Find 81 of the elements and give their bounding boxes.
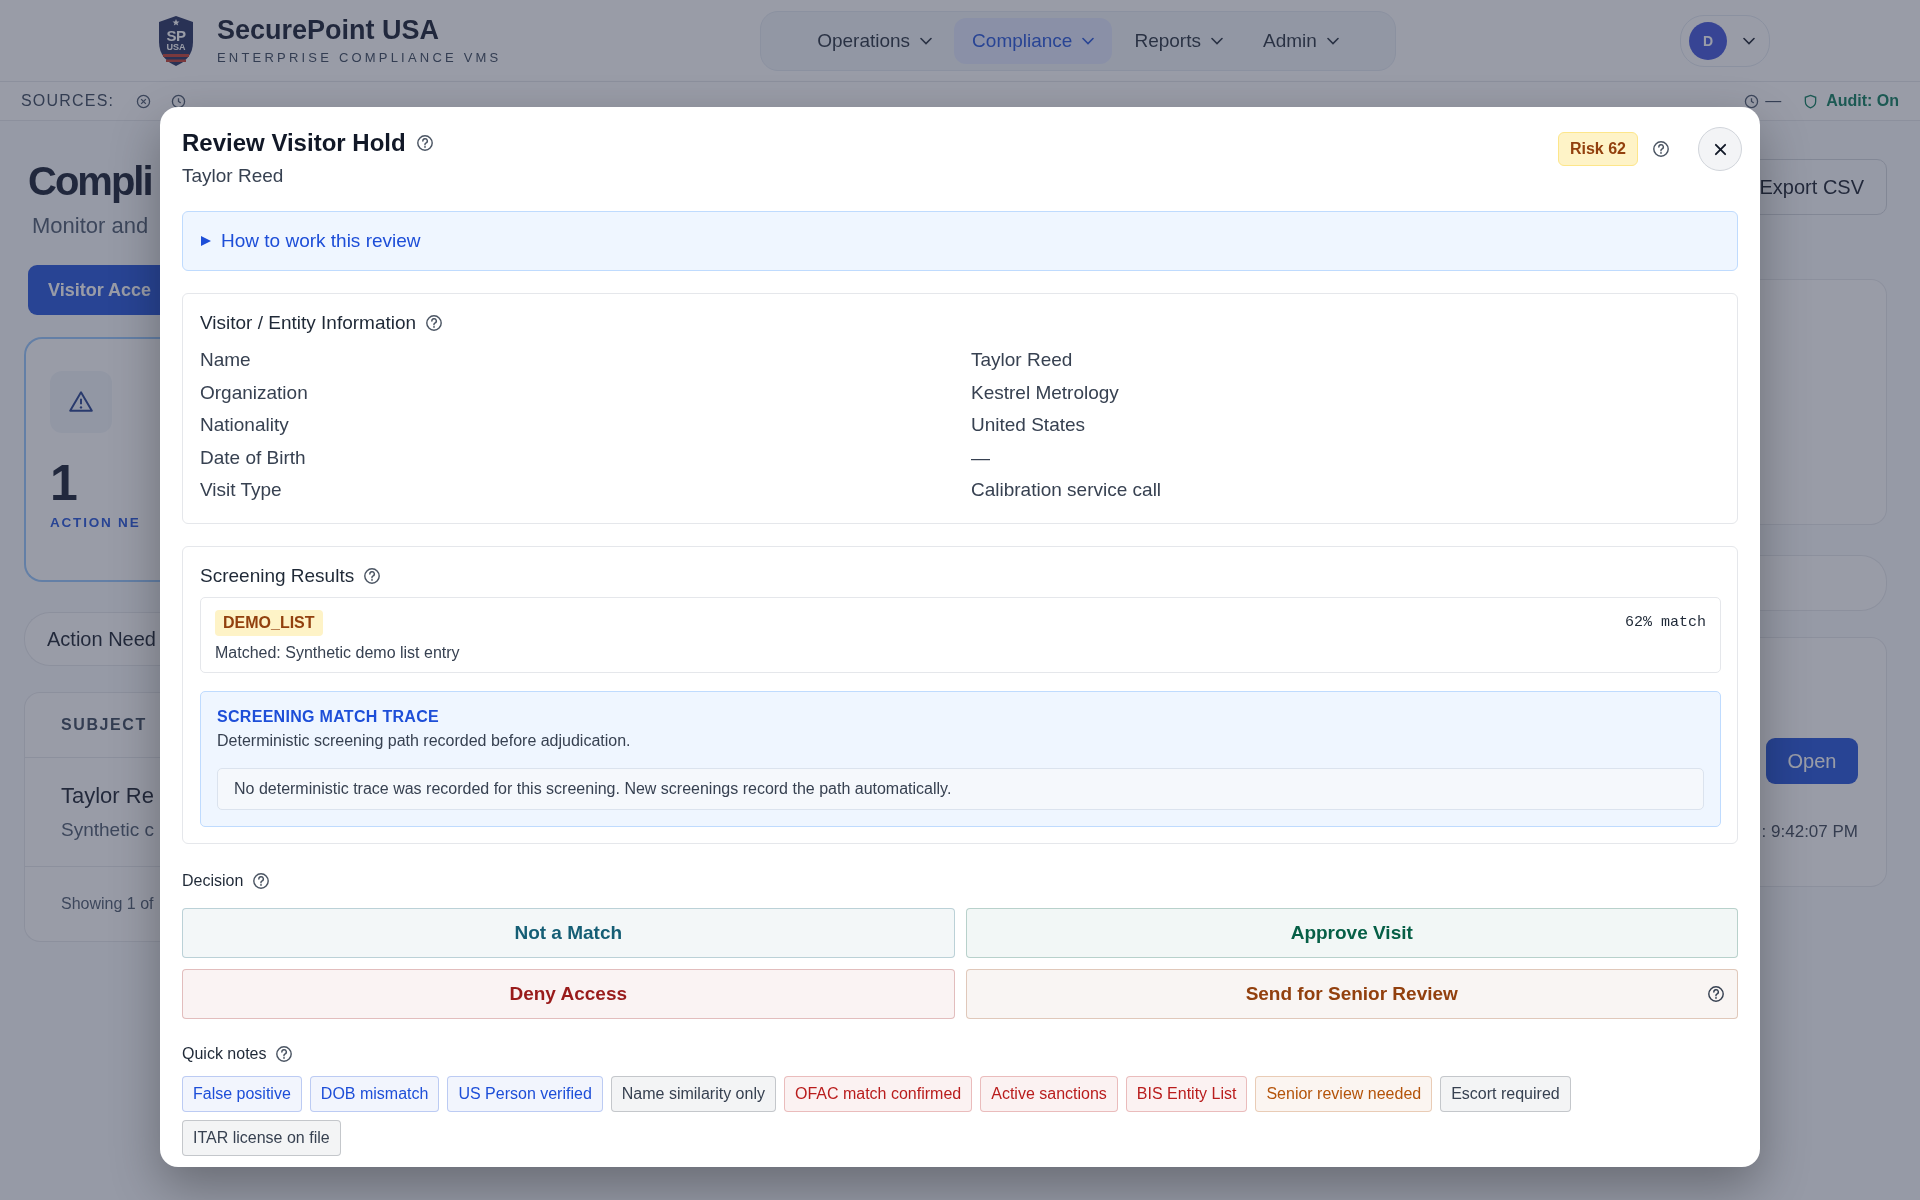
help-icon[interactable] xyxy=(425,314,444,332)
filter-label: Action Need xyxy=(47,627,156,651)
field-value: — xyxy=(971,445,991,470)
shield-logo-icon xyxy=(157,14,195,67)
decision-button[interactable]: Deny Access xyxy=(182,968,955,1019)
note-chip[interactable]: Name similarity only xyxy=(610,1075,776,1112)
logo-text: SP xyxy=(165,27,187,43)
help-icon[interactable] xyxy=(363,566,382,585)
shield-icon xyxy=(1803,93,1819,109)
help-icon[interactable] xyxy=(1707,984,1725,1003)
avatar[interactable]: D xyxy=(1689,21,1727,60)
trace-title: SCREENING MATCH TRACE xyxy=(217,707,440,726)
subject-name: Taylor Re xyxy=(61,783,155,809)
note-chip[interactable]: False positive xyxy=(182,1075,302,1112)
note-chip[interactable]: Senior review needed xyxy=(1255,1075,1433,1112)
decision-label: Decision xyxy=(182,871,244,890)
list-tag: DEMO_LIST xyxy=(215,609,323,636)
field-label: Date of Birth xyxy=(200,445,307,470)
field-label: Name xyxy=(200,348,252,372)
help-icon[interactable] xyxy=(1652,140,1670,158)
guide-disclosure[interactable]: How to work this review xyxy=(182,211,1738,271)
stat-label: ACTION NE xyxy=(50,515,142,530)
help-icon[interactable] xyxy=(252,871,271,890)
field-label: Organization xyxy=(200,380,309,405)
note-chip[interactable]: OFAC match confirmed xyxy=(783,1075,973,1112)
decision-button[interactable]: Send for Senior Review xyxy=(965,968,1738,1019)
x-circle-icon xyxy=(136,93,152,109)
chevron-down-icon xyxy=(1743,36,1755,45)
column-header: SUBJECT xyxy=(61,716,147,734)
page-title: Compli xyxy=(28,158,153,205)
caret-right-icon xyxy=(201,235,211,247)
chevron-down-icon xyxy=(1210,36,1223,45)
note-chip[interactable]: DOB mismatch xyxy=(309,1075,440,1112)
field-value: United States xyxy=(971,413,1087,437)
trace-subtitle: Deterministic screening path recorded before adjudication. xyxy=(217,731,632,750)
trace-message: No deterministic trace was recorded for this screening. New screenings record the path automatically. xyxy=(217,767,1704,810)
logo-subtext: USA xyxy=(165,42,187,52)
chevron-down-icon xyxy=(920,36,933,45)
brand-name: SecurePoint USA xyxy=(217,16,441,46)
note-chip[interactable]: US Person verified xyxy=(447,1075,603,1112)
sources-label: SOURCES: xyxy=(21,92,115,110)
nav-menu[interactable]: Reports xyxy=(1116,17,1241,64)
field-value: Kestrel Metrology xyxy=(971,380,1120,405)
section-title: Screening Results xyxy=(200,564,355,587)
subject-detail: Synthetic c xyxy=(61,819,155,841)
sync-time: — xyxy=(1765,92,1782,110)
user-menu[interactable]: D xyxy=(1680,14,1770,67)
field-label: Nationality xyxy=(200,413,290,437)
risk-badge: Risk 62 xyxy=(1557,132,1638,166)
match-detail: Matched: Synthetic demo list entry xyxy=(215,643,461,662)
note-chip[interactable]: BIS Entity List xyxy=(1125,1075,1248,1112)
note-chip[interactable]: ITAR license on file xyxy=(182,1119,341,1156)
dialog-title: Review Visitor Hold xyxy=(182,129,406,157)
table-footer: Showing 1 of xyxy=(61,895,154,913)
note-chip[interactable]: Escort required xyxy=(1440,1075,1571,1112)
help-icon[interactable] xyxy=(415,134,434,152)
warning-icon xyxy=(68,389,94,415)
updated-time: : 9:42:07 PM xyxy=(1761,822,1858,842)
chevron-down-icon xyxy=(1082,36,1095,45)
audit-status: Audit: On xyxy=(1826,92,1899,110)
clock-icon xyxy=(1744,93,1760,109)
close-button[interactable] xyxy=(1698,127,1742,171)
match-score: 62% match xyxy=(1625,614,1706,631)
nav-menu[interactable]: Operations xyxy=(799,17,951,64)
field-label: Visit Type xyxy=(200,478,283,502)
field-value: Taylor Reed xyxy=(971,348,1074,372)
note-chip[interactable]: Active sanctions xyxy=(980,1075,1118,1112)
brand-tagline: ENTERPRISE COMPLIANCE VMS xyxy=(217,49,502,65)
section-title: Visitor / Entity Information xyxy=(200,312,417,334)
nav-menu[interactable]: Admin xyxy=(1244,17,1357,64)
close-icon xyxy=(1713,142,1727,156)
dialog-subtitle: Taylor Reed xyxy=(182,165,285,187)
open-button[interactable]: Open xyxy=(1766,738,1858,784)
quick-notes-label: Quick notes xyxy=(182,1044,267,1063)
clock-icon xyxy=(171,93,187,109)
decision-button[interactable]: Approve Visit xyxy=(965,907,1738,958)
help-icon[interactable] xyxy=(275,1044,294,1063)
chevron-down-icon xyxy=(1326,36,1339,45)
page-subtitle: Monitor and xyxy=(31,213,150,239)
field-value: Calibration service call xyxy=(971,478,1163,502)
decision-button[interactable]: Not a Match xyxy=(182,907,955,958)
